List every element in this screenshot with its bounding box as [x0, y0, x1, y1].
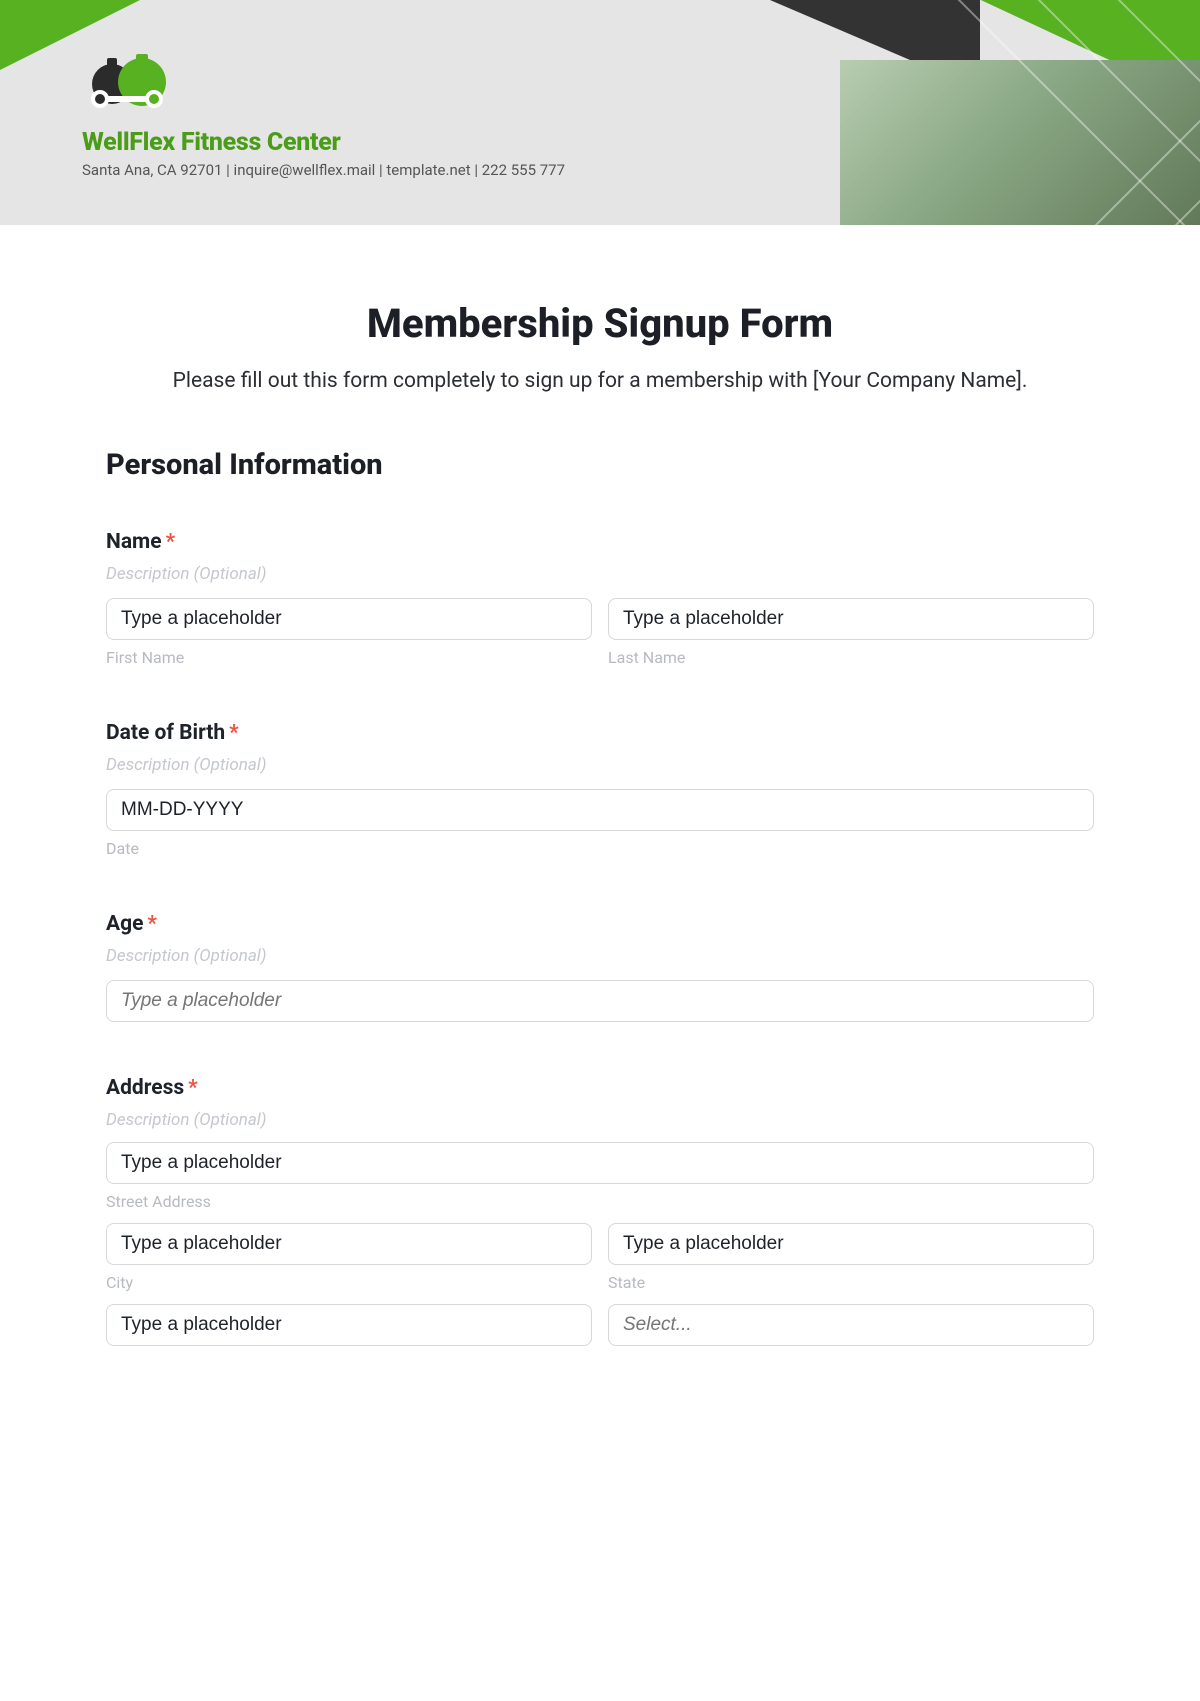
required-mark: *	[229, 721, 239, 745]
header-photo-grid	[840, 60, 1200, 225]
dob-input[interactable]	[106, 789, 1094, 831]
sublabel-first-name: First Name	[106, 648, 592, 667]
header-banner: WellFlex Fitness Center Santa Ana, CA 92…	[0, 0, 1200, 225]
field-dob: Date of Birth * Description (Optional) D…	[106, 721, 1094, 858]
section-personal-info: Personal Information	[106, 448, 1094, 482]
field-age: Age * Description (Optional)	[106, 912, 1094, 1022]
desc-address: Description (Optional)	[106, 1110, 1094, 1130]
page-title: Membership Signup Form	[106, 300, 1094, 347]
desc-dob: Description (Optional)	[106, 755, 1094, 775]
sublabel-state: State	[608, 1273, 1094, 1292]
brand-contact-line: Santa Ana, CA 92701 | inquire@wellflex.m…	[82, 161, 565, 179]
state-input[interactable]	[608, 1223, 1094, 1265]
country-select[interactable]	[608, 1304, 1094, 1346]
sublabel-last-name: Last Name	[608, 648, 1094, 667]
desc-age: Description (Optional)	[106, 946, 1094, 966]
form-content: Membership Signup Form Please fill out t…	[0, 225, 1200, 1386]
brand-name: WellFlex Fitness Center	[82, 128, 565, 157]
brand-block: WellFlex Fitness Center Santa Ana, CA 92…	[82, 52, 565, 179]
page-subtitle: Please fill out this form completely to …	[106, 365, 1094, 398]
sublabel-dob: Date	[106, 839, 1094, 858]
label-dob: Date of Birth	[106, 721, 225, 745]
label-address: Address	[106, 1076, 184, 1100]
last-name-input[interactable]	[608, 598, 1094, 640]
street-input[interactable]	[106, 1142, 1094, 1184]
desc-name: Description (Optional)	[106, 564, 1094, 584]
field-name: Name * Description (Optional) First Name…	[106, 530, 1094, 667]
label-age: Age	[106, 912, 143, 936]
sublabel-street: Street Address	[106, 1192, 1094, 1211]
required-mark: *	[147, 912, 157, 936]
city-input[interactable]	[106, 1223, 592, 1265]
required-mark: *	[166, 530, 176, 554]
age-input[interactable]	[106, 980, 1094, 1022]
logo-icon	[82, 52, 182, 122]
sublabel-city: City	[106, 1273, 592, 1292]
first-name-input[interactable]	[106, 598, 592, 640]
zip-input[interactable]	[106, 1304, 592, 1346]
label-name: Name	[106, 530, 162, 554]
field-address: Address * Description (Optional) Street …	[106, 1076, 1094, 1346]
required-mark: *	[188, 1076, 198, 1100]
